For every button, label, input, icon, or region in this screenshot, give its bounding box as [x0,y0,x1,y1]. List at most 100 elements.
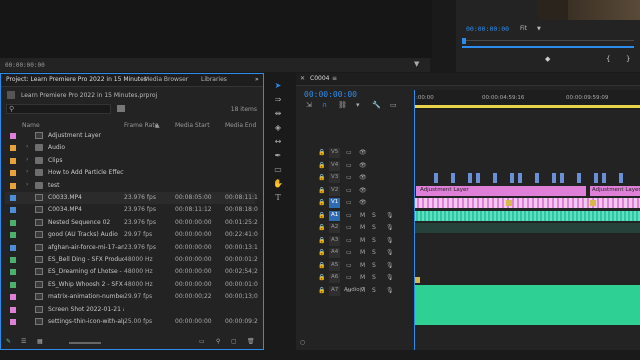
lock-icon[interactable]: 🔒 [318,262,325,269]
playhead-marker[interactable] [462,38,466,44]
sync-lock-icon[interactable]: ▭ [346,199,352,206]
source-timecode[interactable]: 00:00:00:00 [5,62,45,69]
sync-lock-icon[interactable]: ▭ [346,187,352,194]
menu-icon[interactable]: ≡ [332,75,337,82]
microphone-icon[interactable]: 🎙 [386,212,394,219]
scroll-left-icon[interactable]: ○ [300,339,305,346]
solo-button[interactable]: S [372,249,376,256]
tab-media-browser[interactable]: Media Browser [144,76,188,83]
track-target[interactable]: V2 [329,185,340,196]
clip[interactable] [468,173,472,183]
label-color-swatch[interactable] [10,219,16,226]
eye-icon[interactable]: 👁 [359,187,367,194]
solo-button[interactable]: S [372,274,376,281]
label-color-swatch[interactable] [10,306,16,313]
snap-icon[interactable]: ∩ [322,101,327,109]
hand-tool-icon[interactable]: ✋ [272,178,284,190]
sync-lock-icon[interactable]: ▭ [346,237,352,244]
audio-clip[interactable] [414,284,640,325]
clip[interactable] [602,173,606,183]
sync-lock-icon[interactable]: ▭ [346,162,352,169]
list-item[interactable]: afghan-air-force-mi-17-and- 23.976 fps 00:… [5,242,258,254]
clip[interactable] [434,173,438,183]
microphone-icon[interactable]: 🎙 [386,287,394,294]
razor-tool-icon[interactable]: ◈ [272,122,284,134]
microphone-icon[interactable]: 🎙 [386,237,394,244]
type-tool-icon[interactable]: T [272,192,284,204]
program-scrub-bar[interactable] [462,38,634,44]
lock-icon[interactable]: 🔒 [318,274,325,281]
list-item[interactable]: › Clips [5,155,255,167]
solo-button[interactable]: S [372,237,376,244]
col-media-start[interactable]: Media Start [175,122,210,129]
microphone-icon[interactable]: 🎙 [386,274,394,281]
label-color-swatch[interactable] [10,257,16,263]
track-target[interactable]: V1 [329,198,340,208]
list-item[interactable]: ES_Bell Ding - SFX Producer 48000 Hz 00:00… [5,254,258,266]
slip-tool-icon[interactable]: ↔ [272,136,284,148]
list-item[interactable]: Screen Shot 2022-01-21 at 9. [5,304,255,316]
lock-icon[interactable]: 🔒 [318,149,325,156]
label-color-swatch[interactable] [10,294,16,301]
label-color-swatch[interactable] [10,170,16,177]
mute-button[interactable]: M [360,212,365,219]
wrench-icon[interactable]: 🔧 [372,101,381,109]
label-color-swatch[interactable] [10,182,16,189]
timeline-ruler[interactable]: :00:00 00:00:04:59:16 00:00:09:59:09 [414,90,640,110]
new-item-icon[interactable]: ▢ [231,338,237,345]
lock-icon[interactable]: 🔒 [318,249,325,256]
col-media-end[interactable]: Media End [225,122,256,129]
clip[interactable] [493,173,497,183]
timeline-timecode[interactable]: 00:00:00:00 [304,90,357,99]
sync-lock-icon[interactable]: ▭ [346,249,352,256]
solo-button[interactable]: S [372,287,376,294]
solo-button[interactable]: S [372,212,376,219]
mute-button[interactable]: M [360,224,365,231]
zoom-fit-select[interactable]: Fit ▼ [520,25,541,32]
list-item[interactable]: › test [5,180,255,192]
track-target[interactable]: V3 [329,173,340,183]
list-item[interactable]: ES_Whip Whoosh 2 - SFX Pr 48000 Hz 00:00:0… [5,279,258,291]
clip[interactable] [451,173,455,183]
linked-selection-icon[interactable]: ⛓ [338,101,347,109]
clip[interactable] [535,173,539,183]
sync-lock-icon[interactable]: ▭ [346,212,352,219]
label-color-swatch[interactable] [10,157,16,164]
list-item[interactable]: Adjustment Layer [5,130,255,142]
lock-icon[interactable]: 🔒 [318,224,325,231]
sync-lock-icon[interactable]: ▭ [346,174,352,181]
playhead[interactable] [414,90,416,350]
track-target[interactable]: A6 [329,273,340,283]
track-target[interactable]: A4 [329,248,340,258]
clip[interactable] [577,173,581,183]
list-item[interactable]: good (AU Tracks) Audio 29.97 fps 00:00:00:… [5,229,258,241]
mute-button[interactable]: M [360,262,365,269]
eye-icon[interactable]: 👁 [359,199,367,206]
mute-button[interactable]: M [360,249,365,256]
eye-icon[interactable]: 👁 [359,174,367,181]
label-color-swatch[interactable] [10,145,16,152]
rectangle-tool-icon[interactable]: ▭ [272,164,284,176]
captions-icon[interactable]: ▭ [390,101,397,109]
sync-lock-icon[interactable]: ▭ [346,274,352,281]
find-icon[interactable]: ⚲ [216,338,220,345]
icon-view-icon[interactable]: ▦ [37,338,43,345]
search-input[interactable]: ⚲ [6,104,111,114]
pencil-icon[interactable]: ✎ [6,338,11,345]
microphone-icon[interactable]: 🎙 [386,249,394,256]
panel-overflow-icon[interactable]: » [255,76,259,83]
col-frame-rate[interactable]: Frame Rate [124,122,158,129]
marker-icon[interactable]: ▾ [356,101,360,109]
selection-tool-icon[interactable]: ➤ [272,80,284,92]
label-color-swatch[interactable] [10,244,16,251]
list-item[interactable]: C0033.MP4 23.976 fps 00:08:05:00 00:08:11:1 [5,192,258,204]
clip[interactable] [414,198,640,208]
trash-icon[interactable]: 🗑 [247,338,255,345]
work-area-bar[interactable] [414,105,640,108]
new-bin-icon[interactable] [117,105,125,112]
list-item[interactable]: › Audio [5,142,255,154]
list-item[interactable]: settings-thin-icon-with-alph 25.00 fps 00:… [5,316,258,328]
nest-icon[interactable]: ⇲ [306,101,312,109]
list-item[interactable]: matrix-animation-numbers- 29.97 fps 00:00:… [5,291,258,303]
eye-icon[interactable]: 👁 [359,162,367,169]
